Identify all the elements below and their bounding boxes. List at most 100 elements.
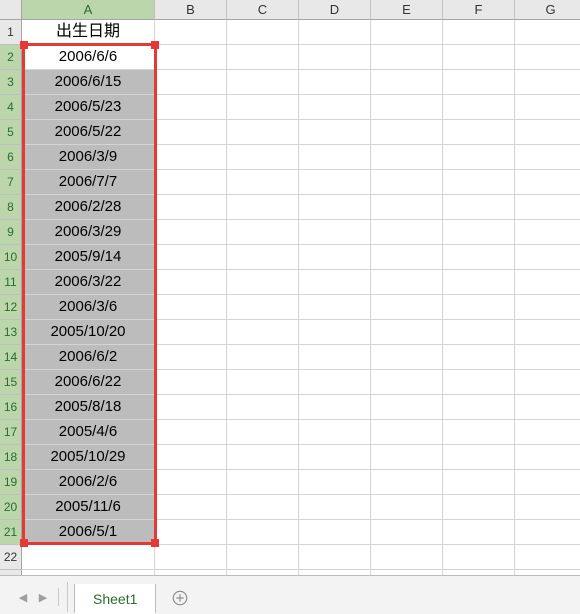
cell[interactable] (227, 545, 299, 570)
row-header[interactable]: 8 (0, 195, 22, 220)
row-header[interactable]: 20 (0, 495, 22, 520)
cell[interactable] (371, 470, 443, 495)
cell[interactable] (515, 120, 580, 145)
cell[interactable] (227, 95, 299, 120)
col-header-C[interactable]: C (227, 0, 299, 20)
cell[interactable] (515, 470, 580, 495)
cell[interactable] (299, 395, 371, 420)
cell[interactable] (299, 495, 371, 520)
column-a-header-cell[interactable]: 出生日期 (22, 20, 155, 45)
active-cell[interactable]: 2006/6/6 (22, 45, 155, 70)
cell[interactable] (227, 295, 299, 320)
cell[interactable] (515, 245, 580, 270)
cell[interactable] (155, 145, 227, 170)
cell[interactable] (227, 220, 299, 245)
cell[interactable] (227, 370, 299, 395)
cell[interactable] (515, 520, 580, 545)
nav-prev-icon[interactable]: ◀ (14, 588, 32, 606)
row-header[interactable]: 13 (0, 320, 22, 345)
cell[interactable] (155, 195, 227, 220)
cell[interactable] (227, 520, 299, 545)
cell[interactable] (299, 145, 371, 170)
cell[interactable] (299, 195, 371, 220)
cell[interactable] (155, 270, 227, 295)
cell[interactable] (155, 395, 227, 420)
cell[interactable] (515, 270, 580, 295)
cell[interactable] (443, 345, 515, 370)
cell[interactable] (227, 445, 299, 470)
cell[interactable] (443, 320, 515, 345)
cell[interactable] (227, 470, 299, 495)
cell[interactable] (227, 70, 299, 95)
cell[interactable]: 2006/5/23 (22, 95, 155, 120)
cell[interactable] (443, 295, 515, 320)
cell[interactable]: 2005/11/6 (22, 495, 155, 520)
cell[interactable] (371, 170, 443, 195)
cell[interactable] (515, 545, 580, 570)
cell[interactable] (299, 245, 371, 270)
cell[interactable] (515, 70, 580, 95)
select-all-corner[interactable] (0, 0, 22, 20)
cell[interactable] (299, 70, 371, 95)
row-header[interactable]: 6 (0, 145, 22, 170)
cell[interactable] (227, 120, 299, 145)
cell[interactable] (155, 370, 227, 395)
col-header-F[interactable]: F (443, 0, 515, 20)
cell[interactable] (515, 495, 580, 520)
sheet-tab-active[interactable]: Sheet1 (74, 584, 156, 614)
cell[interactable]: 2006/5/1 (22, 520, 155, 545)
cell[interactable]: 2005/10/20 (22, 320, 155, 345)
cell[interactable]: 2005/9/14 (22, 245, 155, 270)
cell[interactable] (155, 320, 227, 345)
cell[interactable] (371, 420, 443, 445)
cell[interactable] (299, 470, 371, 495)
cell[interactable] (155, 95, 227, 120)
cell[interactable] (443, 20, 515, 45)
cell[interactable] (227, 45, 299, 70)
row-header[interactable]: 15 (0, 370, 22, 395)
cell[interactable] (155, 470, 227, 495)
cell[interactable] (515, 420, 580, 445)
row-header[interactable]: 2 (0, 45, 22, 70)
cell[interactable]: 2006/3/29 (22, 220, 155, 245)
cell[interactable] (443, 195, 515, 220)
cell[interactable] (443, 70, 515, 95)
cell[interactable] (371, 145, 443, 170)
row-header[interactable]: 12 (0, 295, 22, 320)
cell[interactable] (155, 120, 227, 145)
cell[interactable] (299, 520, 371, 545)
row-header[interactable]: 18 (0, 445, 22, 470)
cell[interactable] (227, 420, 299, 445)
cell[interactable] (299, 95, 371, 120)
cell[interactable]: 2006/6/15 (22, 70, 155, 95)
cell[interactable] (155, 520, 227, 545)
cell[interactable] (371, 195, 443, 220)
add-sheet-button[interactable] (166, 584, 194, 612)
cell[interactable] (443, 545, 515, 570)
cell[interactable] (22, 545, 155, 570)
cell[interactable] (299, 370, 371, 395)
cell[interactable] (515, 195, 580, 220)
cell[interactable] (443, 370, 515, 395)
cell[interactable] (155, 445, 227, 470)
col-header-D[interactable]: D (299, 0, 371, 20)
row-header[interactable]: 5 (0, 120, 22, 145)
col-header-G[interactable]: G (515, 0, 580, 20)
cell[interactable] (443, 120, 515, 145)
cell[interactable] (227, 345, 299, 370)
cell[interactable] (515, 170, 580, 195)
row-header[interactable]: 3 (0, 70, 22, 95)
cell[interactable] (443, 495, 515, 520)
cell[interactable] (371, 120, 443, 145)
cell[interactable] (371, 220, 443, 245)
cell[interactable] (443, 270, 515, 295)
col-header-B[interactable]: B (155, 0, 227, 20)
row-header[interactable]: 11 (0, 270, 22, 295)
cell[interactable] (371, 45, 443, 70)
cell[interactable] (515, 320, 580, 345)
cell[interactable] (155, 545, 227, 570)
cell[interactable] (155, 45, 227, 70)
row-header[interactable]: 19 (0, 470, 22, 495)
cell[interactable]: 2005/10/29 (22, 445, 155, 470)
cell[interactable] (371, 520, 443, 545)
